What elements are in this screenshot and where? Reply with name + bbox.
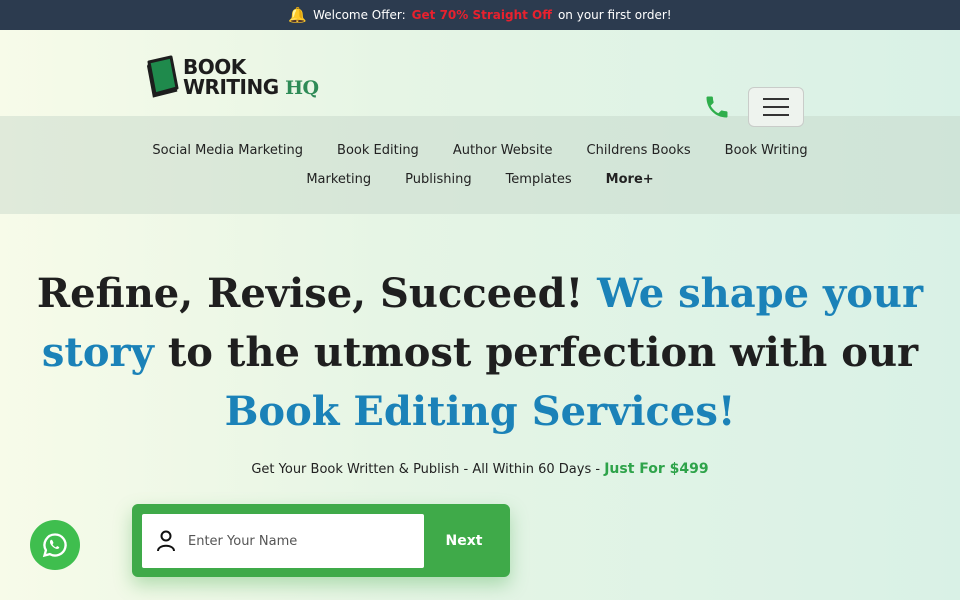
subtext-main: Get Your Book Written & Publish - All Wi… (251, 462, 601, 477)
lead-form: Next (132, 504, 510, 577)
hamburger-line (763, 106, 789, 108)
whatsapp-button[interactable] (30, 520, 80, 570)
offer-highlight[interactable]: Get 70% Straight Off (412, 8, 552, 22)
nav-book-writing[interactable]: Book Writing (725, 143, 808, 158)
logo[interactable]: BOOK WRITING HQ (143, 54, 319, 100)
nav-childrens-books[interactable]: Childrens Books (587, 143, 691, 158)
book-logo-icon (147, 55, 179, 98)
offer-prefix: Welcome Offer: (313, 8, 406, 22)
name-input[interactable] (188, 533, 408, 549)
hero-part3: to the utmost perfection with our (167, 329, 919, 376)
logo-line2: WRITING (183, 74, 279, 99)
nav-author-website[interactable]: Author Website (453, 143, 553, 158)
bell-icon: 🔔 (288, 6, 308, 24)
main-nav: Social Media Marketing Book Editing Auth… (0, 116, 960, 214)
user-icon (157, 530, 175, 552)
nav-social-media-marketing[interactable]: Social Media Marketing (152, 143, 303, 158)
hero-part4: Book Editing Services! (224, 388, 736, 435)
nav-more[interactable]: More+ (606, 172, 654, 187)
hero-part1: Refine, Revise, Succeed! (36, 270, 584, 317)
logo-hq: HQ (285, 76, 319, 99)
phone-icon[interactable] (703, 93, 731, 121)
price-highlight: Just For $499 (604, 461, 709, 477)
nav-publishing[interactable]: Publishing (405, 172, 471, 187)
announcement-bar: 🔔 Welcome Offer: Get 70% Straight Off on… (0, 0, 960, 30)
name-field-wrapper (142, 514, 424, 568)
offer-suffix: on your first order! (557, 8, 672, 22)
nav-templates[interactable]: Templates (506, 172, 572, 187)
menu-toggle-button[interactable] (748, 87, 804, 127)
next-button[interactable]: Next (428, 514, 500, 568)
nav-marketing[interactable]: Marketing (306, 172, 371, 187)
nav-book-editing[interactable]: Book Editing (337, 143, 419, 158)
whatsapp-icon (42, 533, 67, 558)
hamburger-line (763, 114, 789, 116)
site-header: BOOK WRITING HQ (0, 30, 960, 127)
hero-heading: Refine, Revise, Succeed! We shape your s… (0, 264, 960, 441)
logo-line1: BOOK (183, 54, 246, 79)
hamburger-line (763, 98, 789, 100)
hero-subtext: Get Your Book Written & Publish - All Wi… (0, 461, 960, 477)
